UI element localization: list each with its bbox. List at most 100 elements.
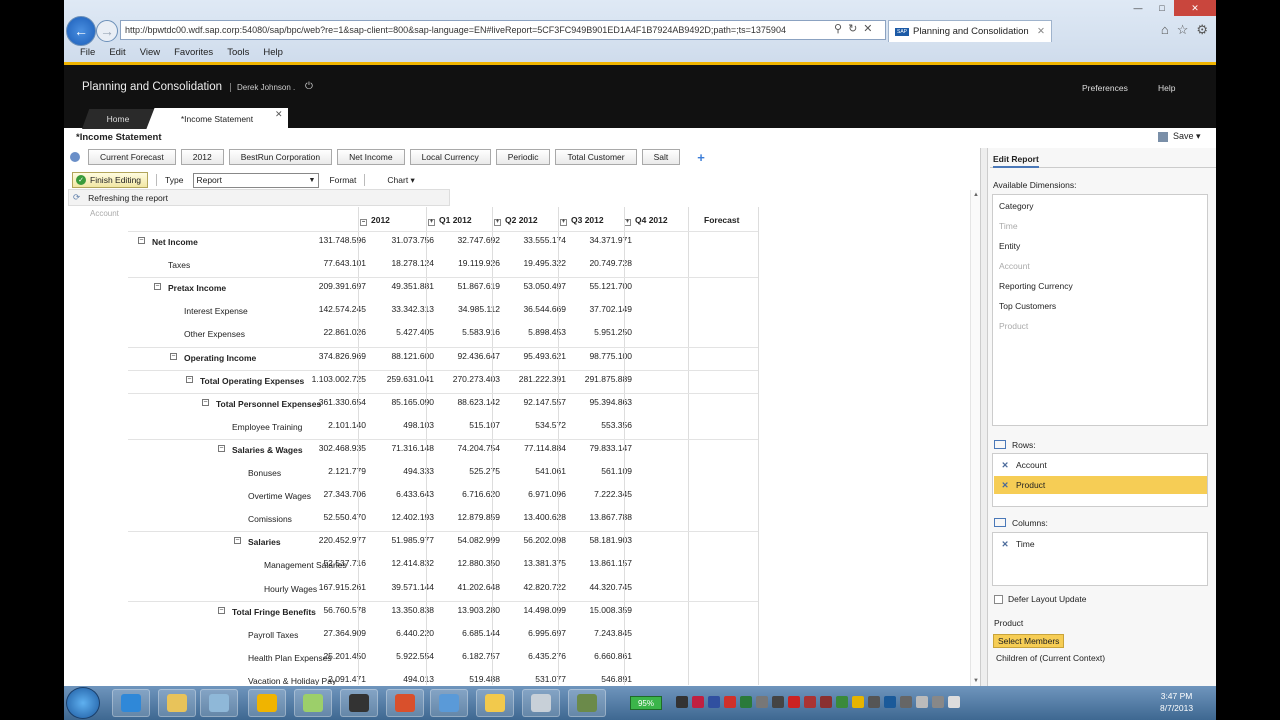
table-cell[interactable]: 37.702.149	[568, 304, 632, 314]
menu-help[interactable]: Help	[263, 47, 283, 58]
table-cell[interactable]: 5.898.453	[502, 327, 566, 337]
tab-income-statement[interactable]: *Income Statement	[146, 108, 288, 130]
tray-icon[interactable]	[692, 696, 704, 708]
tray-icon[interactable]	[852, 696, 864, 708]
tray-icon[interactable]	[740, 696, 752, 708]
collapse-icon[interactable]: –	[360, 219, 367, 226]
table-cell[interactable]: 55.121.700	[568, 281, 632, 291]
col-header[interactable]: + Q2 2012	[494, 215, 560, 226]
tray-icon[interactable]	[676, 696, 688, 708]
table-cell[interactable]: 77.114.884	[502, 443, 566, 453]
table-cell[interactable]: 1.103.002.725	[302, 374, 366, 384]
table-row[interactable]: Hourly Wages 167.915.261 39.571.144 41.202.…	[68, 578, 758, 601]
finish-editing-button[interactable]: ✓ Finish Editing	[72, 172, 149, 188]
table-cell[interactable]: 361.330.654	[302, 397, 366, 407]
column-dimension-item[interactable]: ✕ Time	[994, 535, 1207, 553]
table-cell[interactable]: 12.402.193	[370, 512, 434, 522]
row-dimension-item[interactable]: ✕ Product	[994, 476, 1207, 494]
collapse-icon[interactable]: –	[218, 444, 225, 452]
browser-tab[interactable]: SAP Planning and Consolidation ✕	[888, 20, 1052, 42]
expand-icon[interactable]: +	[428, 219, 435, 226]
context-product[interactable]: Salt	[641, 149, 681, 165]
table-row[interactable]: Interest Expense 142.574.245 33.342.313 34.…	[68, 300, 758, 323]
ie-taskbar-icon[interactable]	[112, 689, 150, 717]
table-cell[interactable]: 51.985.977	[370, 535, 434, 545]
table-cell[interactable]: 281.222.391	[502, 374, 566, 384]
app-taskbar-icon[interactable]	[430, 689, 468, 717]
tab-home[interactable]: Home	[82, 109, 154, 129]
tray-icon[interactable]	[772, 696, 784, 708]
table-cell[interactable]: 167.915.261	[302, 582, 366, 592]
context-account[interactable]: Net Income	[337, 149, 405, 165]
table-cell[interactable]: 95.394.863	[568, 397, 632, 407]
menu-tools[interactable]: Tools	[227, 47, 249, 58]
table-row[interactable]: – Total Fringe Benefits 56.760.578 13.350.8…	[68, 601, 758, 624]
table-row[interactable]: Overtime Wages 27.343.706 6.433.643 6.716.6…	[68, 485, 758, 508]
table-cell[interactable]: 56.202.098	[502, 535, 566, 545]
table-cell[interactable]: 27.364.909	[302, 628, 366, 638]
table-cell[interactable]: 531.077	[502, 674, 566, 684]
table-cell[interactable]: 92.436.647	[436, 351, 500, 361]
table-row[interactable]: – Total Personnel Expenses 361.330.654 85.1…	[68, 393, 758, 416]
table-cell[interactable]: 6.435.276	[502, 651, 566, 661]
table-row[interactable]: Management Salaries 52.537.716 12.414.832 1…	[68, 554, 758, 577]
table-cell[interactable]: 18.278.124	[370, 258, 434, 268]
menu-file[interactable]: File	[80, 47, 95, 58]
menu-favorites[interactable]: Favorites	[174, 47, 213, 58]
table-cell[interactable]: 54.082.999	[436, 535, 500, 545]
help-link[interactable]: Help	[1158, 83, 1175, 93]
dimension-item[interactable]: Category	[999, 201, 1034, 211]
app-taskbar-icon[interactable]	[522, 689, 560, 717]
context-entity[interactable]: BestRun Corporation	[228, 149, 333, 165]
close-tab-icon[interactable]: ✕	[1037, 26, 1045, 37]
table-row[interactable]: – Salaries & Wages 302.468.935 71.316.148 74…	[68, 439, 758, 462]
star-icon[interactable]: ☆	[1177, 22, 1189, 37]
app-taskbar-icon[interactable]	[294, 689, 332, 717]
table-cell[interactable]: 6.433.643	[370, 489, 434, 499]
table-row[interactable]: – Salaries 220.452.977 51.985.977 54.082.999…	[68, 531, 758, 554]
battery-indicator[interactable]: 95%	[630, 696, 662, 710]
menu-view[interactable]: View	[140, 47, 160, 58]
table-cell[interactable]: 553.356	[568, 420, 632, 430]
table-row[interactable]: – Operating Income 374.826.969 88.121.600 92…	[68, 347, 758, 370]
tray-icon[interactable]	[724, 696, 736, 708]
table-cell[interactable]: 34.985.112	[436, 304, 500, 314]
table-cell[interactable]: 32.747.692	[436, 235, 500, 245]
table-cell[interactable]: 56.760.578	[302, 605, 366, 615]
table-cell[interactable]: 39.571.144	[370, 582, 434, 592]
table-cell[interactable]: 13.400.628	[502, 512, 566, 522]
table-cell[interactable]: 494.333	[370, 466, 434, 476]
edit-report-tab[interactable]: Edit Report	[990, 150, 1216, 168]
panel-splitter[interactable]	[980, 148, 988, 688]
app-taskbar-icon[interactable]	[340, 689, 378, 717]
gear-icon[interactable]: ⚙	[1196, 22, 1208, 37]
table-cell[interactable]: 79.833.147	[568, 443, 632, 453]
remove-icon[interactable]: ✕	[994, 539, 1016, 550]
col-header[interactable]: –2012	[360, 215, 426, 226]
table-cell[interactable]: 88.121.600	[370, 351, 434, 361]
dimension-item[interactable]: Reporting Currency	[999, 281, 1073, 291]
select-members-button[interactable]: Select Members	[993, 634, 1065, 648]
table-cell[interactable]: 44.320.745	[568, 582, 632, 592]
stop-icon[interactable]: ✕	[863, 23, 872, 35]
explorer-taskbar-icon[interactable]	[158, 689, 196, 717]
save-button[interactable]: Save ▾	[1158, 131, 1201, 142]
home-icon[interactable]: ⌂	[1161, 22, 1169, 37]
checkbox[interactable]	[994, 594, 1003, 604]
table-cell[interactable]: 13.861.157	[568, 558, 632, 568]
table-cell[interactable]: 22.861.026	[302, 327, 366, 337]
table-cell[interactable]: 42.820.722	[502, 582, 566, 592]
table-row[interactable]: Other Expenses 22.861.026 5.427.405 5.583.9…	[68, 323, 758, 346]
tray-icon[interactable]	[884, 696, 896, 708]
collapse-icon[interactable]: –	[218, 606, 225, 614]
table-cell[interactable]: 19.495.322	[502, 258, 566, 268]
table-cell[interactable]: 259.631.041	[370, 374, 434, 384]
tray-icon[interactable]	[868, 696, 880, 708]
table-cell[interactable]: 6.716.620	[436, 489, 500, 499]
table-cell[interactable]: 519.488	[436, 674, 500, 684]
table-cell[interactable]: 71.316.148	[370, 443, 434, 453]
table-cell[interactable]: 95.493.621	[502, 351, 566, 361]
table-cell[interactable]: 209.391.697	[302, 281, 366, 291]
table-cell[interactable]: 41.202.648	[436, 582, 500, 592]
table-cell[interactable]: 13.381.375	[502, 558, 566, 568]
